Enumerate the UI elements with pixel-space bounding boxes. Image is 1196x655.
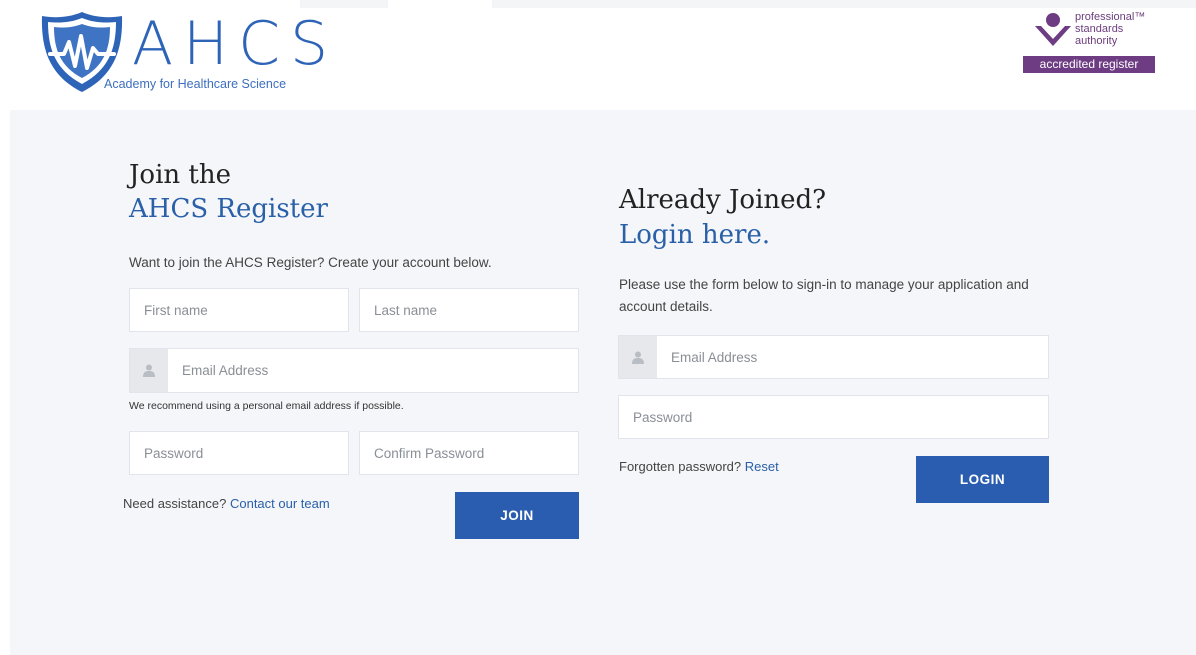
logo-wordmark: AHCS	[132, 9, 339, 79]
first-name-input[interactable]	[129, 288, 349, 332]
psa-accreditation-logo: professional™ standards authority accred…	[1023, 10, 1155, 73]
top-strip-gap	[388, 0, 492, 8]
login-password-input[interactable]	[618, 395, 1049, 439]
psa-line-standards: standards	[1075, 23, 1124, 35]
join-heading-register: AHCS Register	[129, 194, 328, 224]
forgot-password-line: Forgotten password? Reset	[619, 459, 779, 474]
login-email-input[interactable]	[618, 335, 1049, 379]
join-email-addon	[130, 349, 168, 392]
login-heading-here: Login here.	[619, 220, 771, 250]
psa-line-professional: professional™	[1075, 11, 1146, 23]
join-button[interactable]: JOIN	[455, 492, 579, 539]
reset-password-link[interactable]: Reset	[745, 459, 779, 474]
logo-subtitle: Academy for Healthcare Science	[104, 77, 287, 91]
email-recommendation-hint: We recommend using a personal email addr…	[129, 400, 404, 412]
login-heading: Already Joined?	[619, 185, 827, 215]
join-password-input[interactable]	[129, 431, 349, 475]
join-heading: Join the	[129, 160, 231, 190]
site-header: AHCS Academy for Healthcare Science prof…	[0, 0, 1196, 110]
ahcs-logo[interactable]: AHCS Academy for Healthcare Science	[38, 10, 338, 95]
accredited-register-badge: accredited register	[1023, 56, 1155, 73]
psa-person-icon	[1035, 13, 1071, 46]
user-icon	[632, 351, 644, 364]
login-intro-text: Please use the form below to sign-in to …	[619, 277, 1029, 314]
contact-team-link[interactable]: Contact our team	[230, 496, 330, 511]
psa-line-authority: authority	[1075, 35, 1118, 47]
last-name-input[interactable]	[359, 288, 579, 332]
join-email-input[interactable]	[129, 348, 579, 393]
user-icon	[143, 364, 155, 377]
forgot-password-text: Forgotten password?	[619, 459, 742, 474]
login-email-addon	[619, 336, 657, 378]
assistance-line: Need assistance? Contact our team	[123, 496, 330, 511]
assistance-text: Need assistance?	[123, 496, 227, 511]
confirm-password-input[interactable]	[359, 431, 579, 475]
login-button[interactable]: LOGIN	[916, 456, 1049, 503]
join-intro-text: Want to join the AHCS Register? Create y…	[129, 255, 492, 270]
